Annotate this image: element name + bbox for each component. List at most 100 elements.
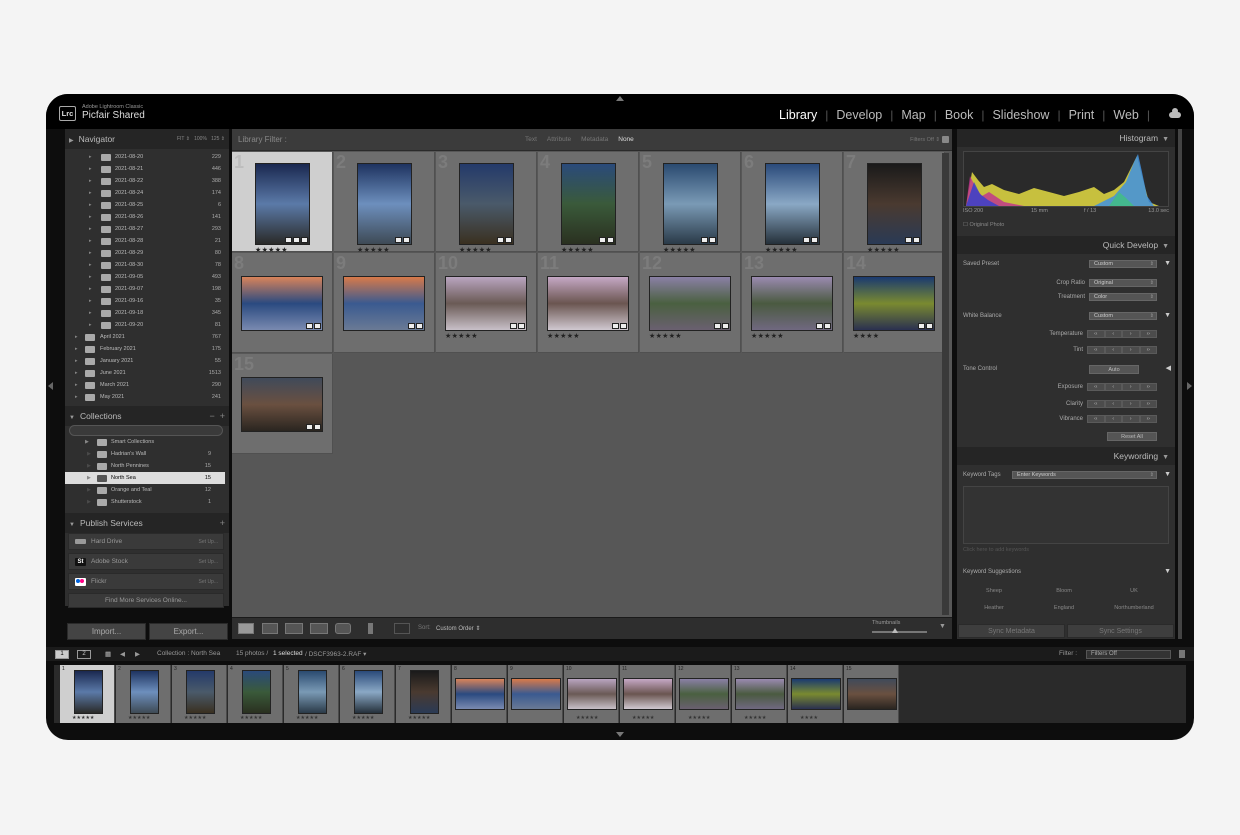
publish-flickr[interactable]: Flickr Set Up... <box>68 573 224 590</box>
disclosure-arrow-icon[interactable]: ▸ <box>89 271 92 283</box>
disclosure-arrow-icon[interactable]: ▶ <box>87 448 91 460</box>
metadata-badge-icon[interactable] <box>314 424 321 430</box>
saved-preset-dropdown[interactable]: Custom <box>1089 260 1157 268</box>
star-rating[interactable]: ★★★★★ <box>547 332 580 340</box>
folder-row[interactable]: ▸ June 2021 1513 <box>65 367 225 379</box>
photo-thumbnail[interactable] <box>357 163 412 245</box>
keyword-suggestion[interactable]: Bloom <box>1029 588 1099 594</box>
star-rating[interactable]: ★★★★★ <box>649 332 682 340</box>
secondary-window-button[interactable]: 2 <box>77 650 91 659</box>
filmstrip-cell[interactable]: 3 ★★★★★ <box>172 665 227 723</box>
filmstrip-filter-dropdown[interactable]: Filters Off <box>1086 650 1171 659</box>
zoom-125[interactable]: 125 ⇕ <box>211 136 225 142</box>
module-map[interactable]: Map <box>901 108 925 122</box>
grid-cell[interactable]: 14 ★★★★ <box>844 253 945 353</box>
folder-row[interactable]: ▸ 2021-08-21 446 <box>65 163 225 175</box>
collection-row[interactable]: ▶ Shutterstock 1 <box>65 496 225 508</box>
metadata-badge-icon[interactable] <box>722 323 729 329</box>
module-develop[interactable]: Develop <box>836 108 882 122</box>
folder-row[interactable]: ▸ 2021-09-07 198 <box>65 283 225 295</box>
folder-row[interactable]: ▸ 2021-09-20 81 <box>65 319 225 331</box>
metadata-badge-icon[interactable] <box>505 237 512 243</box>
filter-tab-none[interactable]: None <box>618 136 634 143</box>
top-panel-toggle-icon[interactable] <box>616 96 624 101</box>
right-panel-toggle-icon[interactable] <box>1187 382 1192 390</box>
disclosure-arrow-icon[interactable]: ▸ <box>89 199 92 211</box>
cloud-icon[interactable] <box>1169 108 1181 118</box>
filmstrip-thumbnail[interactable] <box>186 670 215 714</box>
disclosure-arrow-icon[interactable]: ▶ <box>85 436 89 448</box>
folder-row[interactable]: ▸ 2021-08-24 174 <box>65 187 225 199</box>
photo-thumbnail[interactable] <box>561 163 616 245</box>
lock-icon[interactable] <box>942 136 949 143</box>
disclosure-arrow-icon[interactable]: ▸ <box>89 151 92 163</box>
filmstrip-cell[interactable]: 14 ★★★★ <box>788 665 843 723</box>
sync-settings-button[interactable]: Sync Settings <box>1067 624 1174 638</box>
metadata-badge-icon[interactable] <box>518 323 525 329</box>
filmstrip-cell[interactable]: 10 ★★★★★ <box>564 665 619 723</box>
keyword-suggestion[interactable]: England <box>1029 605 1099 611</box>
metadata-badge-icon[interactable] <box>314 323 321 329</box>
keyword-suggestion[interactable]: UK <box>1099 588 1169 594</box>
star-rating[interactable]: ★★★★★ <box>445 332 478 340</box>
metadata-badge-icon[interactable] <box>620 323 627 329</box>
disclosure-arrow-icon[interactable]: ▸ <box>89 211 92 223</box>
filmstrip-thumbnail[interactable] <box>74 670 103 714</box>
metadata-badge-icon[interactable] <box>607 237 614 243</box>
grid-cell[interactable]: 4 ★★★★★ <box>538 152 639 254</box>
filmstrip-cell[interactable]: 12 ★★★★★ <box>676 665 731 723</box>
keyword-tags-dropdown[interactable]: Enter Keywords <box>1012 471 1157 479</box>
metadata-badge-icon[interactable] <box>918 323 925 329</box>
find-more-services-button[interactable]: Find More Services Online... <box>68 593 224 608</box>
grid-view-icon[interactable] <box>238 623 254 634</box>
module-print[interactable]: Print <box>1069 108 1095 122</box>
collections-search-input[interactable] <box>69 425 223 436</box>
folder-row[interactable]: ▸ January 2021 55 <box>65 355 225 367</box>
keyword-suggestion[interactable]: Sheep <box>959 588 1029 594</box>
grid-cell[interactable]: 8 <box>232 253 333 353</box>
grid-cell[interactable]: 13 ★★★★★ <box>742 253 843 353</box>
metadata-badge-icon[interactable] <box>824 323 831 329</box>
setup-link[interactable]: Set Up... <box>199 554 218 570</box>
publish-adobe-stock[interactable]: St Adobe Stock Set Up... <box>68 553 224 570</box>
clarity-stepper[interactable]: ‹‹ ‹ › ›› <box>1087 400 1157 408</box>
grid-cell[interactable]: 5 ★★★★★ <box>640 152 741 254</box>
folder-row[interactable]: ▸ 2021-08-22 388 <box>65 175 225 187</box>
file-name-dropdown[interactable]: / DSCF3963-2.RAF ▾ <box>305 650 366 658</box>
star-rating[interactable]: ★★★★★ <box>751 332 784 340</box>
grid-cell[interactable]: 15 <box>232 354 333 454</box>
vibrance-stepper[interactable]: ‹‹ ‹ › ›› <box>1087 415 1157 423</box>
reset-all-button[interactable]: Reset All <box>1107 432 1157 441</box>
histogram-display[interactable] <box>963 151 1169 207</box>
disclosure-triangle-icon[interactable]: ▼ <box>1164 257 1171 271</box>
quick-develop-header[interactable]: Quick Develop ▼ <box>957 236 1175 254</box>
disclosure-arrow-icon[interactable]: ▸ <box>89 235 92 247</box>
keyword-suggestion[interactable]: Heather <box>959 605 1029 611</box>
survey-view-icon[interactable] <box>310 623 328 634</box>
filmstrip-thumbnail[interactable] <box>410 670 439 714</box>
navigator-header[interactable]: ▶ Navigator FIT ⇕ 100% 125 ⇕ <box>65 129 229 149</box>
metadata-badge-icon[interactable] <box>599 237 606 243</box>
metadata-badge-icon[interactable] <box>293 237 300 243</box>
disclosure-arrow-icon[interactable]: ▸ <box>89 319 92 331</box>
filmstrip-cell[interactable]: 15 <box>844 665 899 723</box>
filmstrip-thumbnail[interactable] <box>354 670 383 714</box>
collection-row[interactable]: ▶ North Sea 15 <box>65 472 225 484</box>
metadata-badge-icon[interactable] <box>612 323 619 329</box>
folder-row[interactable]: ▸ April 2021 767 <box>65 331 225 343</box>
filmstrip-thumbnail[interactable] <box>679 678 729 710</box>
sync-metadata-button[interactable]: Sync Metadata <box>958 624 1065 638</box>
publish-services-header[interactable]: ▼ Publish Services + <box>65 513 229 533</box>
filmstrip-cell[interactable]: 4 ★★★★★ <box>228 665 283 723</box>
collection-row[interactable]: ▶ North Pennines 15 <box>65 460 225 472</box>
filmstrip-cell[interactable]: 13 ★★★★★ <box>732 665 787 723</box>
disclosure-arrow-icon[interactable]: ▸ <box>75 391 78 403</box>
photo-thumbnail[interactable] <box>867 163 922 245</box>
disclosure-triangle-icon[interactable]: ◀ <box>1166 362 1171 376</box>
collection-row[interactable]: ▶ Smart Collections <box>65 436 225 448</box>
disclosure-arrow-icon[interactable]: ▶ <box>87 460 91 472</box>
filter-tab-text[interactable]: Text <box>525 136 537 143</box>
grid-cell[interactable]: 10 ★★★★★ <box>436 253 537 353</box>
filmstrip-cell[interactable]: 1 ★★★★★ <box>60 665 115 723</box>
metadata-badge-icon[interactable] <box>306 424 313 430</box>
